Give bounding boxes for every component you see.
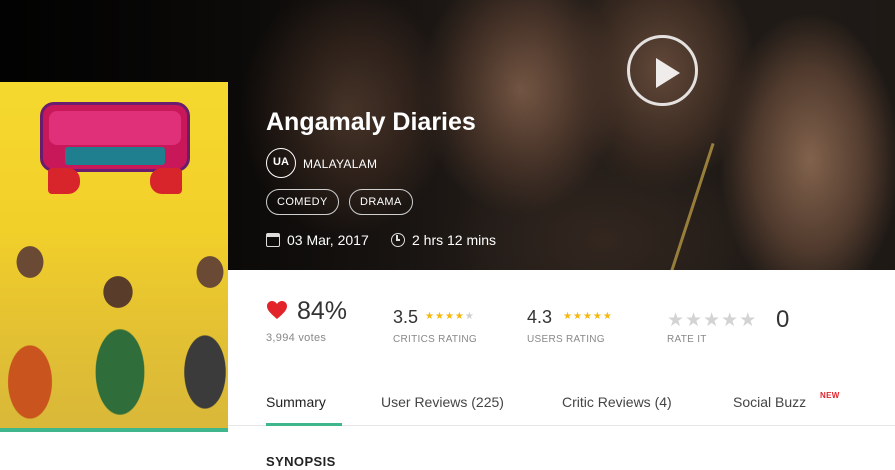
users-rating-label: USERS RATING	[527, 334, 605, 345]
star-icon: ★	[454, 311, 465, 322]
movie-title: Angamaly Diaries	[266, 108, 476, 136]
star-icon: ★	[464, 311, 475, 322]
critics-score: 3.5	[393, 307, 419, 327]
calendar-icon	[266, 233, 280, 247]
users-star-rating: ★★★★★	[563, 311, 613, 322]
star-icon: ★	[425, 311, 435, 322]
like-percentage: 84%	[297, 297, 348, 325]
poster-title-logo	[40, 102, 190, 172]
star-icon: ★	[434, 311, 445, 322]
clock-icon	[391, 233, 405, 247]
poster-megaphone-left	[48, 168, 80, 194]
tab-critic-reviews[interactable]: Critic Reviews (4)	[562, 394, 672, 410]
heart-icon[interactable]	[266, 300, 288, 320]
play-trailer-button[interactable]	[627, 35, 698, 106]
movie-language: MALAYALAM	[303, 157, 378, 171]
poster-artwork	[0, 232, 228, 432]
movie-poster	[0, 82, 228, 432]
star-icon: ★	[592, 311, 603, 322]
star-icon: ★	[444, 311, 455, 322]
users-score: 4.3	[527, 307, 553, 327]
vote-count: 3,994 votes	[266, 332, 327, 344]
star-icon: ★	[602, 311, 613, 322]
movie-duration: 2 hrs 12 mins	[412, 232, 497, 248]
synopsis-heading: SYNOPSIS	[266, 454, 336, 469]
critics-rating-label: CRITICS RATING	[393, 334, 478, 345]
tab-summary[interactable]: Summary	[266, 394, 326, 410]
star-icon: ★	[563, 311, 573, 322]
active-tab-indicator	[266, 423, 342, 426]
star-icon: ★	[572, 311, 583, 322]
poster-accent-bar	[0, 428, 228, 432]
star-icon[interactable]: ★	[703, 310, 721, 331]
genre-tag-drama[interactable]: DRAMA	[349, 189, 413, 215]
new-badge: NEW	[820, 391, 840, 400]
poster-megaphone-right	[150, 168, 182, 194]
star-icon: ★	[582, 311, 593, 322]
play-icon	[656, 58, 680, 88]
star-icon[interactable]: ★	[739, 310, 757, 331]
star-icon[interactable]: ★	[667, 310, 685, 331]
star-icon[interactable]: ★	[721, 310, 739, 331]
user-rating-value: 0	[776, 306, 790, 333]
star-icon[interactable]: ★	[685, 310, 703, 331]
tab-social-buzz[interactable]: Social Buzz	[733, 394, 806, 410]
rate-it-label: RATE IT	[667, 334, 707, 345]
critics-star-rating: ★★★★★	[425, 311, 475, 322]
tab-user-reviews[interactable]: User Reviews (225)	[381, 394, 504, 410]
release-date: 03 Mar, 2017	[287, 232, 369, 248]
rate-it-stars[interactable]: ★★★★★	[667, 309, 757, 332]
certificate-badge: UA	[266, 148, 296, 178]
genre-tag-comedy[interactable]: COMEDY	[266, 189, 339, 215]
